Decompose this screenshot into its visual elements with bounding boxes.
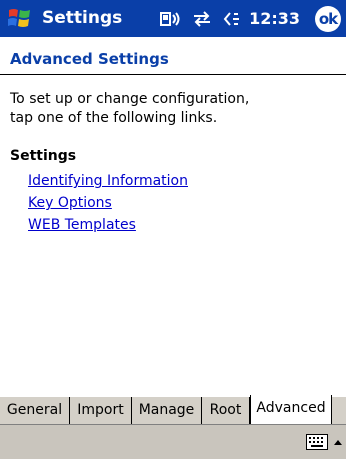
volume-icon[interactable] <box>221 10 241 28</box>
intro-line-1: To set up or change configuration, <box>10 91 250 107</box>
section-title: Settings <box>10 148 77 164</box>
clock[interactable]: 12:33 <box>249 0 300 37</box>
tab-manage[interactable]: Manage <box>132 397 202 425</box>
keyboard-icon[interactable] <box>306 433 328 450</box>
app-title: Settings <box>42 8 123 28</box>
tab-import[interactable]: Import <box>70 397 132 425</box>
windows-start-icon[interactable] <box>4 4 36 34</box>
link-identifying-information[interactable]: Identifying Information <box>28 170 188 192</box>
tab-strip: General Import Manage Root Advanced <box>0 395 346 425</box>
heading-divider <box>0 74 346 75</box>
title-bar: Settings 12:33 ok <box>0 0 346 37</box>
tab-general[interactable]: General <box>0 397 70 425</box>
settings-links: Identifying Information Key Options WEB … <box>28 170 188 236</box>
command-bar <box>0 424 346 459</box>
connectivity-icon[interactable] <box>159 10 183 28</box>
intro-text: To set up or change configuration, tap o… <box>10 90 330 128</box>
link-web-templates[interactable]: WEB Templates <box>28 214 188 236</box>
link-key-options[interactable]: Key Options <box>28 192 188 214</box>
input-menu-arrow-icon[interactable] <box>332 434 344 450</box>
page-title: Advanced Settings <box>10 50 169 68</box>
tab-root[interactable]: Root <box>202 397 250 425</box>
intro-line-2: tap one of the following links. <box>10 110 218 126</box>
ok-button[interactable]: ok <box>315 6 341 32</box>
tab-advanced[interactable]: Advanced <box>250 395 332 425</box>
sync-icon[interactable] <box>191 10 213 28</box>
